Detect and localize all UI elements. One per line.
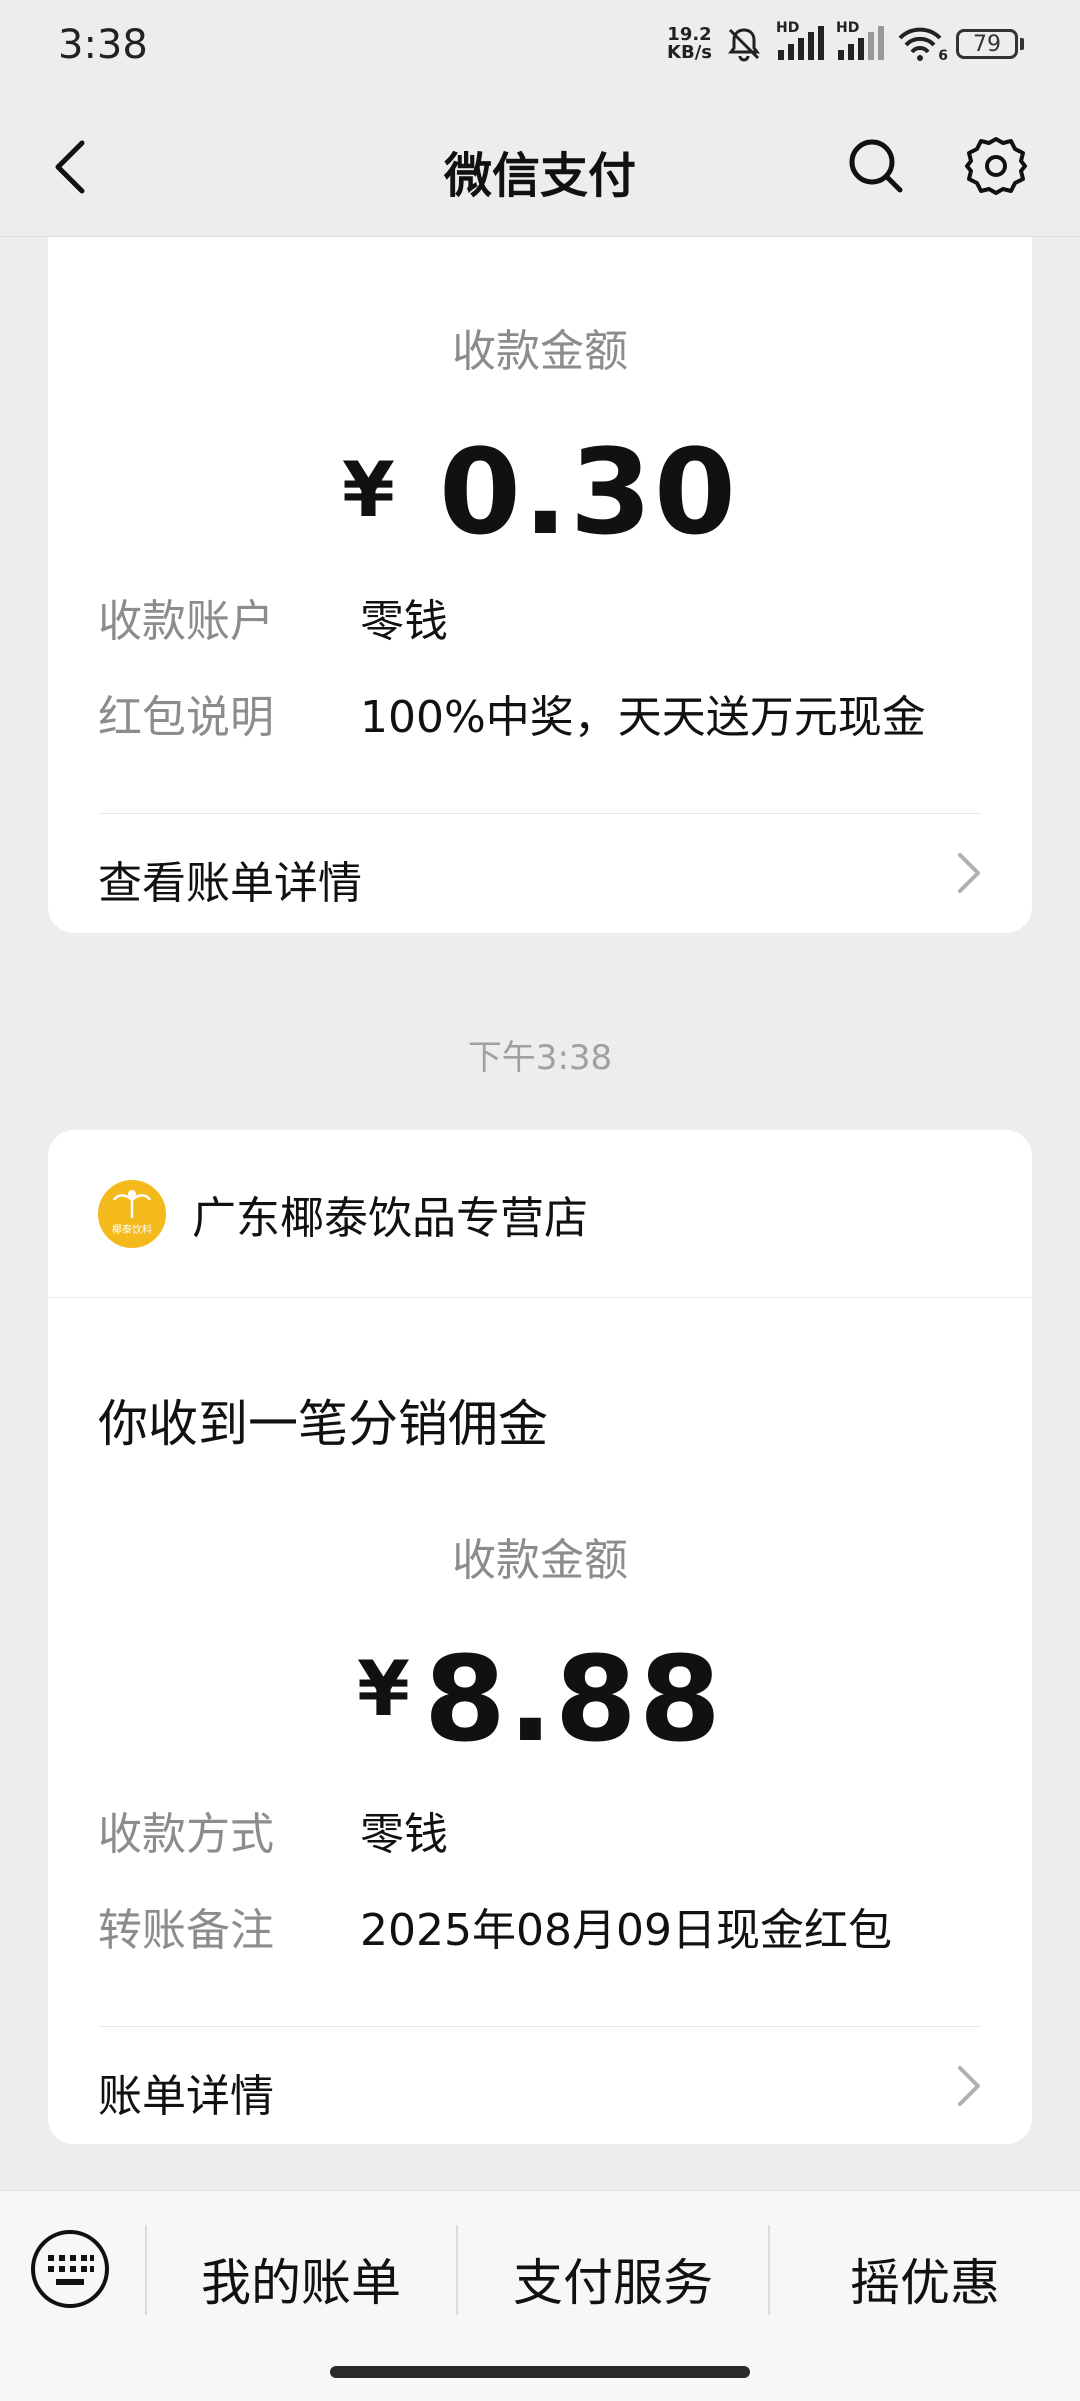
search-button[interactable] bbox=[840, 130, 912, 202]
wifi-icon: 6 bbox=[896, 26, 948, 64]
status-bar: 3:38 19.2 KB/s HD HD 6 79 bbox=[0, 0, 1080, 100]
link-label: 查看账单详情 bbox=[98, 858, 362, 909]
amount-number: 8.88 bbox=[423, 1630, 724, 1768]
link-label: 账单详情 bbox=[98, 2071, 274, 2122]
search-icon bbox=[849, 139, 903, 193]
gear-icon bbox=[965, 137, 1027, 195]
tab-my-bills[interactable]: 我的账单 bbox=[146, 2243, 456, 2315]
logo-text: 椰泰饮料 bbox=[112, 1225, 152, 1236]
settings-button[interactable] bbox=[960, 130, 1032, 202]
amount-value: ¥8.88 bbox=[48, 1630, 1032, 1768]
currency-symbol: ¥ bbox=[356, 1644, 410, 1733]
amount-value: ¥0.30 bbox=[48, 423, 1032, 561]
detail-key: 转账备注 bbox=[98, 1905, 274, 1956]
detail-row: 转账备注 2025年08月09日现金红包 bbox=[98, 1894, 982, 1956]
keyboard-icon bbox=[31, 2230, 109, 2308]
message-timestamp: 下午3:38 bbox=[467, 1038, 613, 1078]
tab-payment-services[interactable]: 支付服务 bbox=[458, 2243, 768, 2315]
signal-hd-icon: HD bbox=[776, 20, 824, 62]
payment-card-1: 收款金额 ¥0.30 收款账户 零钱 红包说明 100%中奖，天天送万元现金 查… bbox=[48, 237, 1032, 933]
signal-hd-label: HD bbox=[776, 20, 800, 36]
navigation-bar: 微信支付 bbox=[0, 100, 1080, 236]
amount-label: 收款金额 bbox=[452, 326, 628, 377]
tab-shake-deals[interactable]: 摇优惠 bbox=[770, 2243, 1080, 2315]
page-title: 微信支付 bbox=[443, 148, 636, 204]
detail-value: 2025年08月09日现金红包 bbox=[360, 1905, 892, 1956]
detail-row: 收款方式 零钱 bbox=[98, 1798, 982, 1860]
detail-row: 收款账户 零钱 bbox=[98, 585, 982, 647]
detail-value: 零钱 bbox=[360, 596, 448, 647]
card-divider bbox=[98, 2026, 982, 2027]
detail-key: 收款方式 bbox=[98, 1809, 274, 1860]
detail-key: 收款账户 bbox=[98, 596, 274, 647]
signal-hd-label-2: HD bbox=[836, 20, 860, 36]
message-title: 你收到一笔分销佣金 bbox=[98, 1395, 548, 1453]
view-bill-details-link[interactable]: 查看账单详情 bbox=[98, 837, 982, 917]
status-time: 3:38 bbox=[58, 22, 148, 68]
muted-bell-icon bbox=[724, 24, 764, 64]
currency-symbol: ¥ bbox=[341, 445, 395, 534]
status-icons: 19.2 KB/s HD HD 6 79 bbox=[667, 20, 1024, 64]
network-speed-unit: KB/s bbox=[667, 42, 712, 63]
merchant-name: 广东椰泰饮品专营店 bbox=[192, 1193, 588, 1244]
keyboard-toggle-button[interactable] bbox=[28, 2227, 112, 2311]
header-divider bbox=[48, 1297, 1032, 1298]
bill-details-link[interactable]: 账单详情 bbox=[98, 2050, 982, 2130]
payment-card-2: 椰泰饮料 广东椰泰饮品专营店 你收到一笔分销佣金 收款金额 ¥8.88 收款方式… bbox=[48, 1130, 1032, 2144]
network-speed: 19.2 KB/s bbox=[667, 26, 712, 62]
signal-hd-icon-2: HD bbox=[836, 20, 884, 62]
detail-value: 100%中奖，天天送万元现金 bbox=[360, 692, 926, 743]
home-indicator[interactable] bbox=[330, 2366, 750, 2378]
amount-number: 0.30 bbox=[438, 423, 739, 561]
card-divider bbox=[98, 813, 982, 814]
chevron-right-icon bbox=[958, 2066, 980, 2106]
merchant-header[interactable]: 椰泰饮料 广东椰泰饮品专营店 bbox=[98, 1178, 588, 1250]
coconut-tree-icon bbox=[112, 1190, 152, 1218]
merchant-logo: 椰泰饮料 bbox=[98, 1180, 166, 1248]
amount-label: 收款金额 bbox=[452, 1535, 628, 1586]
detail-key: 红包说明 bbox=[98, 692, 274, 743]
wifi-label: 6 bbox=[938, 48, 948, 64]
battery-level: 79 bbox=[956, 29, 1018, 59]
chevron-right-icon bbox=[958, 853, 980, 893]
detail-row: 红包说明 100%中奖，天天送万元现金 bbox=[98, 681, 982, 743]
detail-value: 零钱 bbox=[360, 1809, 448, 1860]
battery-icon: 79 bbox=[956, 29, 1024, 59]
